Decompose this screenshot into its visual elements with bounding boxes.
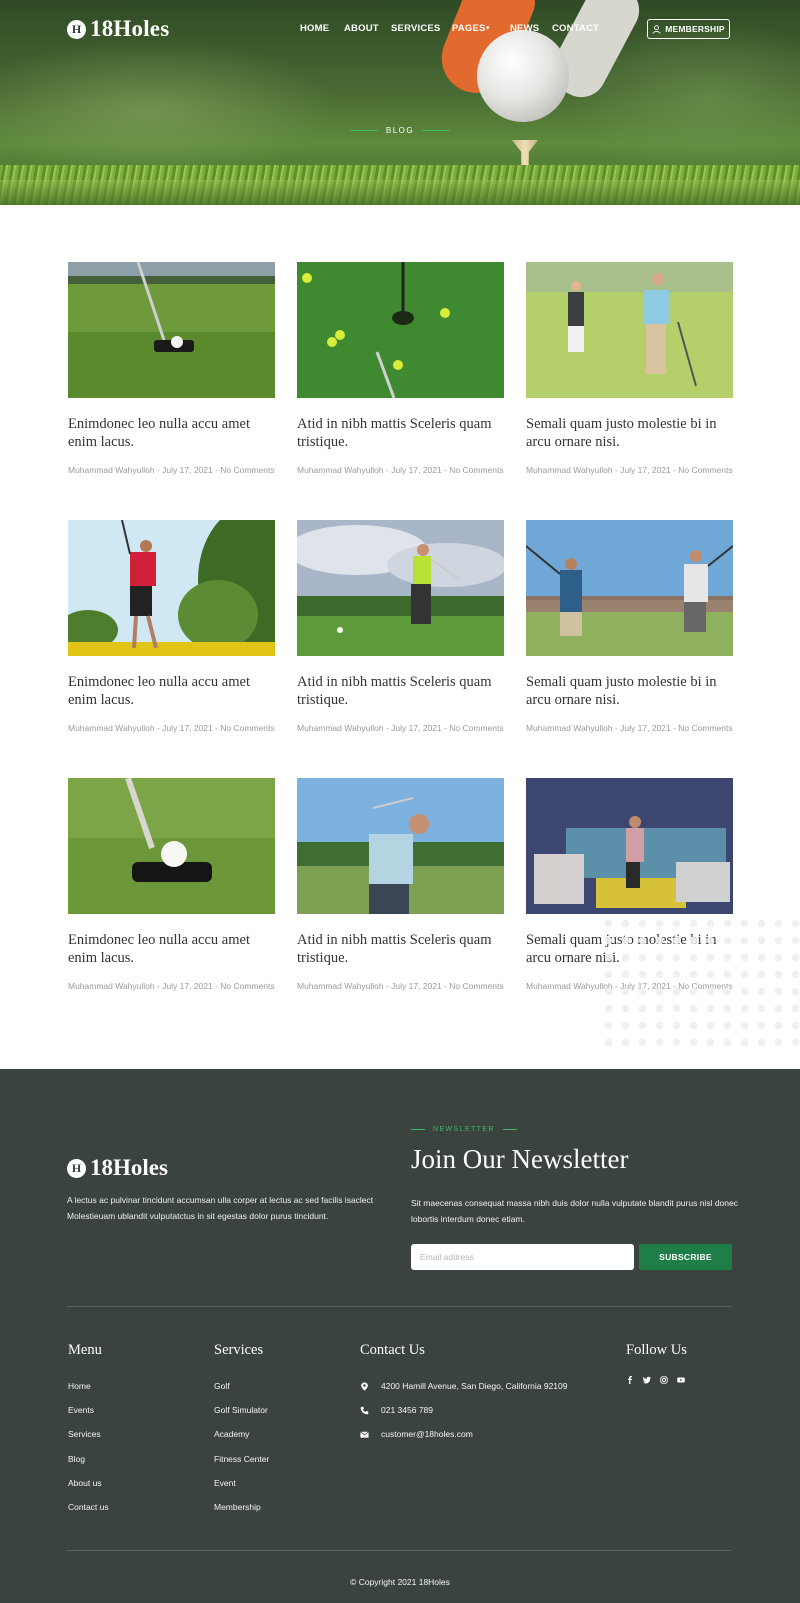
footer-divider <box>67 1306 732 1307</box>
footer-description: A lectus ac pulvinar tincidunt accumsan … <box>67 1195 374 1221</box>
twitter-icon[interactable] <box>643 1375 651 1384</box>
post-meta: Muhammad Wahyulloh - July 17, 2021 - No … <box>526 723 733 733</box>
contact-address: 4200 Hamill Avenue, San Diego, Californi… <box>360 1381 568 1391</box>
footer-logo-badge: H <box>67 1158 86 1178</box>
blog-card[interactable]: Semali quam justo molestie bi in arcu or… <box>526 262 733 479</box>
blog-card[interactable]: Semali quam justo molestie bi in arcu or… <box>526 520 733 737</box>
post-image-driving-range[interactable] <box>526 778 733 914</box>
footer-bottom-divider <box>67 1550 732 1551</box>
service-link-membership[interactable]: Membership <box>214 1502 261 1512</box>
instagram-icon[interactable] <box>660 1375 668 1384</box>
menu-title: Menu <box>68 1342 102 1358</box>
contact-email[interactable]: customer@18holes.com <box>360 1429 473 1439</box>
menu-link-blog[interactable]: Blog <box>68 1454 85 1464</box>
service-link-academy[interactable]: Academy <box>214 1429 249 1439</box>
nav-home[interactable]: HOME <box>300 23 329 34</box>
contact-phone[interactable]: 021 3456 789 <box>360 1405 433 1415</box>
post-image-fairway-swing[interactable] <box>297 520 504 656</box>
post-meta: Muhammad Wahyulloh - July 17, 2021 - No … <box>68 723 275 733</box>
post-title[interactable]: Enimdonec leo nulla accu amet enim lacus… <box>68 673 275 709</box>
menu-link-home[interactable]: Home <box>68 1381 91 1391</box>
blog-card[interactable]: Enimdonec leo nulla accu amet enim lacus… <box>68 778 275 995</box>
user-icon <box>652 24 661 34</box>
newsletter-kicker-text: NEWSLETTER <box>433 1126 495 1133</box>
post-meta: Muhammad Wahyulloh - July 17, 2021 - No … <box>297 465 504 475</box>
blog-card[interactable]: Atid in nibh mattis Sceleris quam tristi… <box>297 262 504 479</box>
post-image-backswing[interactable] <box>297 778 504 914</box>
post-image-hole[interactable] <box>297 262 504 398</box>
page-title-text: BLOG <box>385 126 415 135</box>
blog-card[interactable]: Enimdonec leo nulla accu amet enim lacus… <box>68 520 275 737</box>
contact-title: Contact Us <box>360 1342 425 1358</box>
services-title: Services <box>214 1342 264 1358</box>
copyright-text: © Copyright 2021 18Holes <box>350 1577 450 1587</box>
subscribe-button[interactable]: SUBSCRIBE <box>639 1244 732 1270</box>
phone-icon <box>360 1406 369 1414</box>
contact-phone-text: 021 3456 789 <box>381 1405 433 1415</box>
logo-text: 18Holes <box>90 16 170 41</box>
service-link-fitness[interactable]: Fitness Center <box>214 1454 269 1464</box>
menu-link-contact[interactable]: Contact us <box>68 1502 109 1512</box>
nav-pages[interactable]: PAGES <box>452 23 486 34</box>
post-title[interactable]: Enimdonec leo nulla accu amet enim lacus… <box>68 415 275 451</box>
post-meta: Muhammad Wahyulloh - July 17, 2021 - No … <box>526 465 733 475</box>
service-link-event[interactable]: Event <box>214 1478 236 1488</box>
post-title[interactable]: Semali quam justo molestie bi in arcu or… <box>526 415 733 451</box>
membership-label: MEMBERSHIP <box>665 24 725 34</box>
post-image-putter[interactable] <box>68 262 275 398</box>
site-footer: H 18Holes A lectus ac pulvinar tincidunt… <box>0 1069 800 1603</box>
post-title[interactable]: Atid in nibh mattis Sceleris quam tristi… <box>297 415 504 451</box>
nav-news[interactable]: NEWS <box>510 23 539 34</box>
footer-logo[interactable]: H 18Holes <box>67 1155 168 1181</box>
blog-card[interactable]: Atid in nibh mattis Sceleris quam tristi… <box>297 520 504 737</box>
post-meta: Muhammad Wahyulloh - July 17, 2021 - No … <box>297 981 504 991</box>
post-image-putter-closeup[interactable] <box>68 778 275 914</box>
post-meta: Muhammad Wahyulloh - July 17, 2021 - No … <box>68 465 275 475</box>
membership-button[interactable]: MEMBERSHIP <box>647 19 730 39</box>
facebook-icon[interactable] <box>626 1375 634 1384</box>
post-meta: Muhammad Wahyulloh - July 17, 2021 - No … <box>297 723 504 733</box>
service-link-golf[interactable]: Golf <box>214 1381 230 1391</box>
blog-card[interactable]: Atid in nibh mattis Sceleris quam tristi… <box>297 778 504 995</box>
post-meta: Muhammad Wahyulloh - July 17, 2021 - No … <box>68 981 275 991</box>
post-image-two-golfers[interactable] <box>526 262 733 398</box>
nav-services[interactable]: SERVICES <box>391 23 440 34</box>
youtube-icon[interactable] <box>677 1375 685 1384</box>
newsletter-description: Sit maecenas consequat massa nibh duis d… <box>411 1198 738 1224</box>
follow-title: Follow Us <box>626 1342 687 1358</box>
menu-link-events[interactable]: Events <box>68 1405 94 1415</box>
email-field[interactable] <box>411 1244 634 1270</box>
service-link-simulator[interactable]: Golf Simulator <box>214 1405 268 1415</box>
logo-badge: H <box>67 19 86 39</box>
chevron-down-icon: ▾ <box>486 25 490 32</box>
post-image-golfers-houses[interactable] <box>526 520 733 656</box>
post-title[interactable]: Atid in nibh mattis Sceleris quam tristi… <box>297 673 504 709</box>
contact-email-text: customer@18holes.com <box>381 1429 473 1439</box>
post-title[interactable]: Atid in nibh mattis Sceleris quam tristi… <box>297 931 504 967</box>
social-links <box>626 1375 685 1384</box>
contact-address-text: 4200 Hamill Avenue, San Diego, Californi… <box>381 1381 568 1391</box>
golf-ball-image <box>477 30 569 122</box>
post-title[interactable]: Enimdonec leo nulla accu amet enim lacus… <box>68 931 275 967</box>
nav-about[interactable]: ABOUT <box>344 23 379 34</box>
menu-link-services[interactable]: Services <box>68 1429 101 1439</box>
site-logo[interactable]: H 18Holes <box>67 16 169 42</box>
decorative-dots <box>600 915 800 1055</box>
map-pin-icon <box>361 1381 368 1391</box>
envelope-icon <box>360 1431 369 1438</box>
page-title: BLOG <box>0 126 800 135</box>
newsletter-kicker: NEWSLETTER <box>411 1126 517 1133</box>
newsletter-title: Join Our Newsletter <box>411 1144 629 1174</box>
footer-logo-text: 18Holes <box>90 1155 168 1180</box>
menu-link-about[interactable]: About us <box>68 1478 102 1488</box>
post-title[interactable]: Semali quam justo molestie bi in arcu or… <box>526 673 733 709</box>
post-image-swing-trees[interactable] <box>68 520 275 656</box>
nav-contact[interactable]: CONTACT <box>552 23 599 34</box>
hero-banner: H 18Holes HOME ABOUT SERVICES PAGES ▾ NE… <box>0 0 800 205</box>
blog-card[interactable]: Enimdonec leo nulla accu amet enim lacus… <box>68 262 275 479</box>
